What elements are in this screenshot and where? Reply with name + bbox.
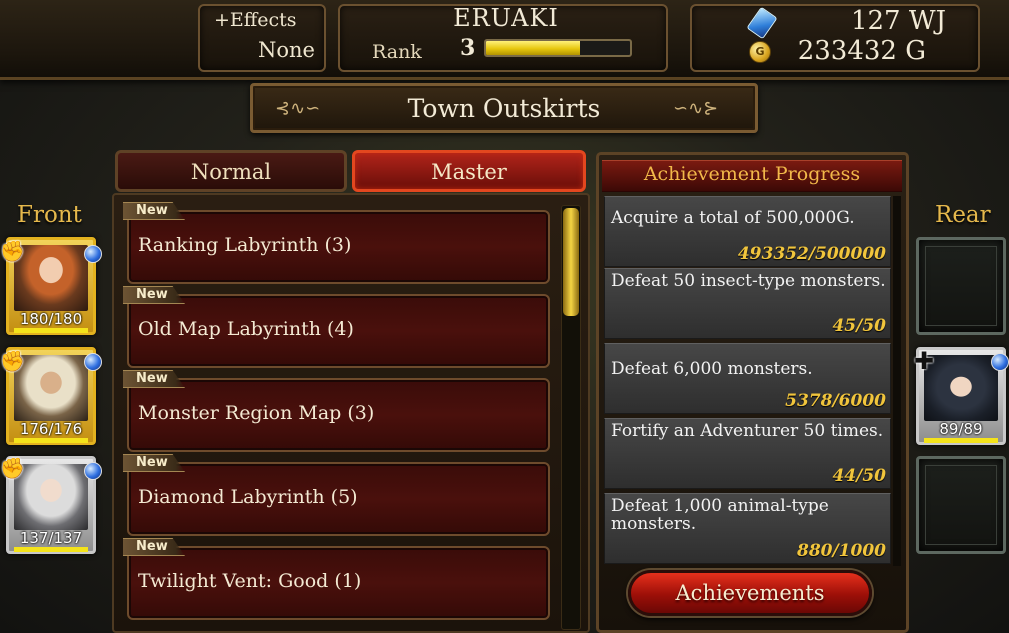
empty-party-slot[interactable] — [916, 456, 1006, 554]
achievement-progress: 5378/6000 — [785, 391, 886, 411]
gold-coin-icon: G — [749, 41, 771, 63]
effects-value: None — [258, 38, 315, 62]
front-label: Front — [17, 202, 82, 228]
hp-bar-fill — [14, 328, 88, 333]
achievement-item: Defeat 1,000 animal-type monsters. 880/1… — [604, 493, 891, 564]
empty-party-slot[interactable] — [916, 237, 1006, 335]
tab-normal[interactable]: Normal — [115, 150, 347, 192]
achievement-text: Defeat 1,000 animal-type monsters. — [611, 496, 829, 534]
labyrinth-list-item[interactable]: Diamond Labyrinth (5) — [127, 462, 550, 536]
achievement-text: Fortify an Adventurer 50 times. — [611, 421, 884, 441]
rank-label: Rank — [372, 41, 422, 63]
achievement-title: Achievement Progress — [643, 163, 861, 185]
achievement-text: Defeat 6,000 monsters. — [611, 359, 813, 379]
hp-text: 137/137 — [19, 529, 83, 547]
rank-value: 3 — [460, 35, 476, 61]
hp-bar — [14, 438, 88, 443]
tab-master[interactable]: Master — [352, 150, 586, 192]
effects-label: +Effects — [214, 9, 297, 31]
location-banner: ⊰∿∽ Town Outskirts ∽∿⊱ — [250, 83, 758, 133]
labyrinth-label: Twilight Vent: Good (1) — [138, 570, 362, 592]
plus-cross-icon: ✚ — [913, 347, 935, 375]
list-scroll-thumb[interactable] — [563, 208, 579, 316]
hp-bar-fill — [14, 547, 88, 552]
achievement-scrollbar[interactable] — [893, 196, 901, 566]
achievement-progress: 880/1000 — [796, 541, 886, 561]
adventurer-portrait — [14, 245, 88, 311]
achievement-item: Defeat 50 insect-type monsters. 45/50 — [604, 268, 891, 339]
hp-text: 176/176 — [19, 420, 83, 438]
blue-orb-icon — [84, 462, 102, 480]
top-status-bar: +Effects None ERUAKI Rank 3 127 WJ G 233… — [0, 0, 1009, 80]
achievement-item: Fortify an Adventurer 50 times. 44/50 — [604, 418, 891, 489]
labyrinth-list-item[interactable]: Ranking Labyrinth (3) — [127, 210, 550, 284]
hp-bar-fill — [14, 438, 88, 443]
gauntlet-icon: ✊ — [0, 239, 25, 263]
hp-bar — [14, 328, 88, 333]
achievements-button[interactable]: Achievements — [628, 570, 872, 616]
labyrinth-list-item[interactable]: Monster Region Map (3) — [127, 378, 550, 452]
blue-orb-icon — [991, 353, 1009, 371]
hp-bar — [14, 547, 88, 552]
labyrinth-label: Old Map Labyrinth (4) — [138, 318, 354, 340]
blue-orb-icon — [84, 353, 102, 371]
hp-text: 180/180 — [19, 310, 83, 328]
hp-bar-fill — [924, 438, 998, 443]
wj-amount: 127 WJ — [850, 6, 946, 36]
labyrinth-label: Ranking Labyrinth (3) — [138, 234, 352, 256]
gauntlet-icon: ✊ — [0, 349, 25, 373]
labyrinth-label: Diamond Labyrinth (5) — [138, 486, 358, 508]
flourish-right-icon: ∽∿⊱ — [673, 98, 719, 119]
achievement-progress: 44/50 — [832, 466, 886, 486]
achievement-text: Defeat 50 insect-type monsters. — [611, 271, 886, 291]
player-name: ERUAKI — [453, 4, 559, 32]
labyrinth-list-item[interactable]: Twilight Vent: Good (1) — [127, 546, 550, 620]
hp-text: 89/89 — [939, 420, 983, 438]
achievement-progress: 493352/500000 — [737, 244, 886, 264]
rank-progress-fill — [486, 41, 580, 55]
adventurer-portrait — [14, 464, 88, 530]
labyrinth-label: Monster Region Map (3) — [138, 402, 375, 424]
achievement-item: Defeat 6,000 monsters. 5378/6000 — [604, 343, 891, 414]
achievement-progress: 45/50 — [832, 316, 886, 336]
labyrinth-list-item[interactable]: Old Map Labyrinth (4) — [127, 294, 550, 368]
gold-amount: 233432 G — [797, 36, 926, 66]
rank-progress-bar — [484, 39, 632, 57]
rear-label: Rear — [935, 202, 991, 228]
achievement-item: Acquire a total of 500,000G. 493352/5000… — [604, 196, 891, 267]
achievement-text: Acquire a total of 500,000G. — [611, 208, 855, 228]
gauntlet-icon: ✊ — [0, 456, 25, 480]
adventurer-portrait — [14, 355, 88, 421]
blue-orb-icon — [84, 245, 102, 263]
hp-bar — [924, 438, 998, 443]
